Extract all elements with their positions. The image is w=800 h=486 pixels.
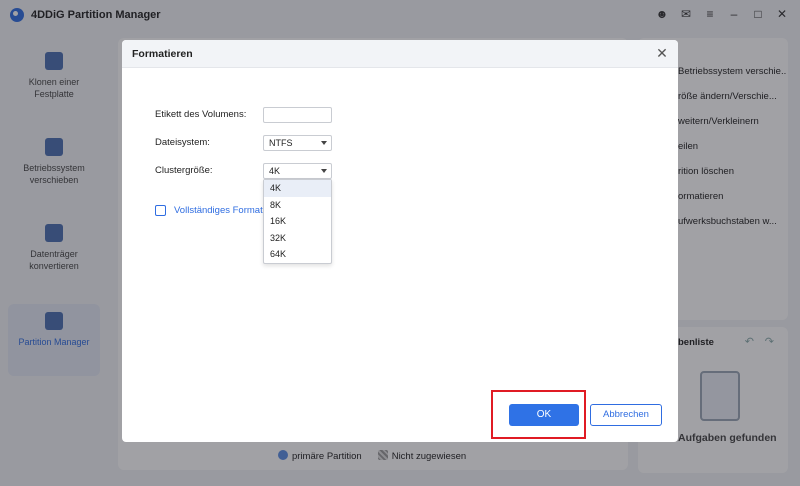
filesystem-select[interactable]: NTFS — [263, 135, 332, 151]
cluster-option-16k[interactable]: 16K — [264, 213, 331, 230]
full-format-label[interactable]: Vollständiges Format — [174, 205, 263, 216]
filesystem-value: NTFS — [269, 138, 293, 148]
dialog-title: Formatieren — [132, 48, 193, 60]
volume-label-input[interactable] — [263, 107, 332, 123]
cluster-size-select[interactable]: 4K — [263, 163, 332, 179]
close-icon[interactable]: ✕ — [654, 45, 670, 61]
full-format-checkbox[interactable] — [155, 205, 166, 216]
cluster-option-32k[interactable]: 32K — [264, 230, 331, 247]
cluster-option-8k[interactable]: 8K — [264, 197, 331, 214]
chevron-down-icon — [321, 141, 327, 145]
volume-label-label: Etikett des Volumens: — [155, 109, 247, 120]
dialog-header: Formatieren ✕ — [122, 40, 678, 68]
cancel-button[interactable]: Abbrechen — [590, 404, 662, 426]
chevron-down-icon — [321, 169, 327, 173]
cluster-size-value: 4K — [269, 166, 281, 176]
filesystem-label: Dateisystem: — [155, 137, 210, 148]
cluster-size-label: Clustergröße: — [155, 165, 213, 176]
ok-button[interactable]: OK — [509, 404, 579, 426]
cluster-size-dropdown: 4K 8K 16K 32K 64K — [263, 179, 332, 264]
format-dialog: Formatieren ✕ Etikett des Volumens: Date… — [122, 40, 678, 442]
cluster-option-64k[interactable]: 64K — [264, 246, 331, 263]
cluster-option-4k[interactable]: 4K — [264, 180, 331, 197]
